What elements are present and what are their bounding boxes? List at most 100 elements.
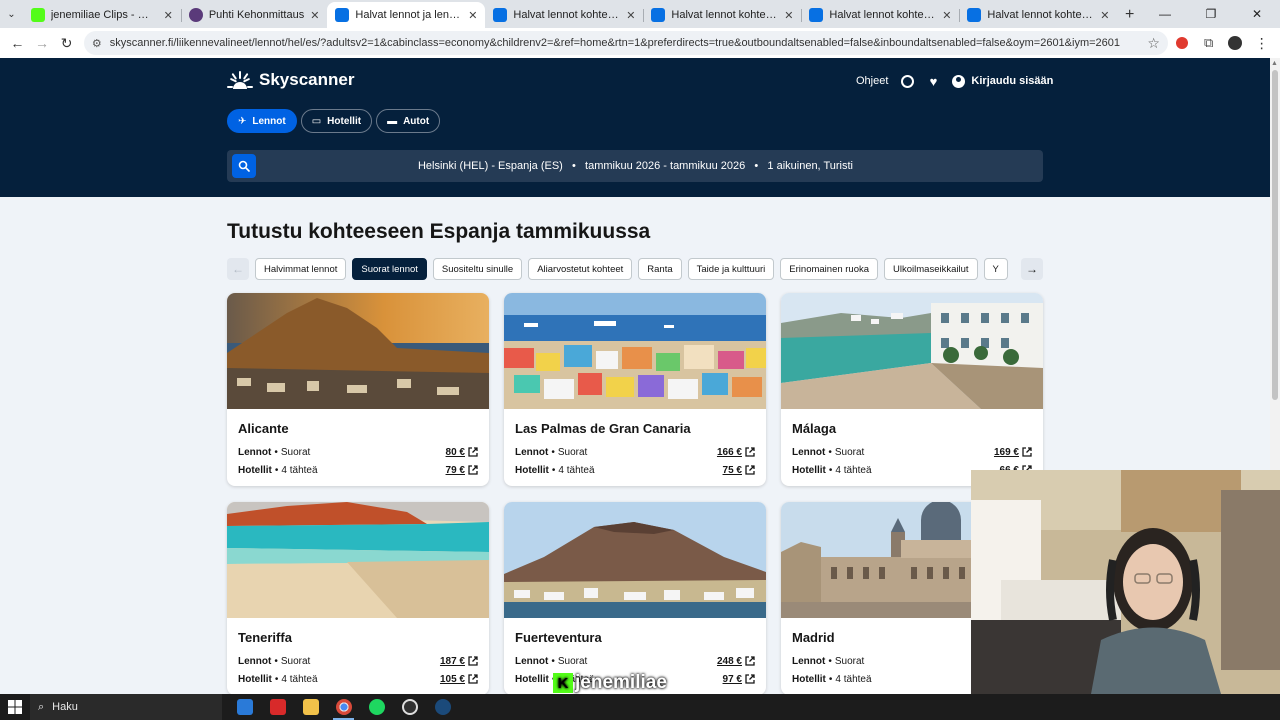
taskbar-search[interactable]: ⌕ Haku	[30, 694, 222, 720]
windows-start-icon[interactable]	[0, 694, 30, 720]
globe-icon[interactable]	[900, 74, 914, 88]
stars-label: 4 tähteä	[835, 464, 872, 476]
profile-avatar-icon[interactable]	[1223, 31, 1248, 55]
category-chips: ← Halvimmat lennot Suorat lennot Suosite…	[227, 258, 1043, 280]
chip-art-culture[interactable]: Taide ja kulttuuri	[687, 258, 775, 280]
browser-tab-active[interactable]: Halvat lennot ja lentoliput kaik ✕	[327, 2, 486, 28]
taskbar-app-icon[interactable]	[228, 694, 261, 720]
flights-label: Lennot	[792, 446, 826, 458]
tab-title: Halvat lennot kohteesta Turku	[671, 9, 778, 21]
tab-close-icon[interactable]: ✕	[626, 9, 635, 22]
flight-price-link[interactable]: 166 €	[717, 447, 755, 458]
obs-icon[interactable]	[393, 694, 426, 720]
direct-label: Suorat	[834, 446, 865, 458]
chips-next-arrow-icon[interactable]: →	[1021, 258, 1043, 280]
forward-icon[interactable]: →	[31, 31, 54, 55]
new-tab-icon[interactable]: +	[1117, 2, 1142, 28]
destination-card[interactable]: Fuerteventura Lennot • Suorat 248 € Hotell…	[504, 502, 766, 694]
spotify-icon[interactable]	[360, 694, 393, 720]
tab-title: Halvat lennot kohteesta Helsin	[513, 9, 620, 21]
extensions-puzzle-icon[interactable]: ⧉	[1196, 31, 1221, 55]
hotel-price-link[interactable]: 79 €	[446, 465, 478, 476]
chrome-icon[interactable]	[327, 694, 360, 720]
skyscanner-logo[interactable]: Skyscanner	[227, 70, 354, 90]
scroll-up-arrow-icon[interactable]: ▲	[1271, 60, 1278, 67]
steam-icon[interactable]	[426, 694, 459, 720]
destination-city: Málaga	[792, 421, 837, 436]
nav-cars-button[interactable]: ▬ Autot	[376, 109, 441, 133]
nav-flights-button[interactable]: ✈ Lennot	[227, 109, 297, 133]
destination-card[interactable]: Alicante Lennot • Suorat 80 € Hotellit • 4 t…	[227, 293, 489, 486]
hotel-price-link[interactable]: 75 €	[723, 465, 755, 476]
chip-cheapest[interactable]: Halvimmat lennot	[255, 258, 347, 280]
browser-tab[interactable]: Halvat lennot kohteesta Turku ✕	[801, 2, 959, 28]
chip-recommended[interactable]: Suositeltu sinulle	[432, 258, 523, 280]
flight-price-link[interactable]: 187 €	[440, 656, 478, 667]
logo-text: Skyscanner	[259, 70, 355, 89]
close-window-icon[interactable]: ✕	[1234, 0, 1280, 28]
external-link-icon	[745, 447, 755, 457]
hotels-row: Hotellit • 4 tähteä 79 €	[238, 461, 478, 479]
destination-city: Fuerteventura	[515, 630, 602, 645]
login-button[interactable]: Kirjaudu sisään	[952, 74, 1053, 88]
chip-more[interactable]: Y	[983, 258, 1008, 280]
flights-row: Lennot • Suorat 166 €	[515, 443, 755, 461]
browser-menu-icon[interactable]: ⋮	[1249, 31, 1274, 55]
address-bar[interactable]: ⚙ skyscanner.fi/liikennevalineet/lennot/…	[83, 31, 1168, 55]
file-explorer-icon[interactable]	[294, 694, 327, 720]
chip-direct[interactable]: Suorat lennot	[352, 258, 427, 280]
tab-close-icon[interactable]: ✕	[164, 9, 173, 22]
direct-label: Suorat	[557, 446, 588, 458]
destination-card[interactable]: Teneriffa Lennot • Suorat 187 € Hotellit • 4…	[227, 502, 489, 694]
flight-price-link[interactable]: 248 €	[717, 656, 755, 667]
destination-city: Teneriffa	[238, 630, 292, 645]
nav-hotels-button[interactable]: ▭ Hotellit	[300, 109, 373, 133]
search-summary-bar[interactable]: Helsinki (HEL) - Espanja (ES) • tammikuu…	[227, 150, 1043, 182]
chip-underrated[interactable]: Aliarvostetut kohteet	[528, 258, 633, 280]
site-settings-icon[interactable]: ⚙	[92, 37, 102, 50]
taskbar-app-icon[interactable]	[261, 694, 294, 720]
external-link-icon	[468, 656, 478, 666]
tab-close-icon[interactable]: ✕	[468, 9, 477, 22]
browser-tab[interactable]: jenemiliae Clips - Watch Live on ✕	[23, 2, 181, 28]
destination-image	[504, 293, 766, 409]
destination-card[interactable]: Málaga Lennot • Suorat 169 € Hotellit • 4 tä…	[781, 293, 1043, 486]
tab-search-icon[interactable]: ⌄	[0, 0, 23, 28]
chip-beach[interactable]: Ranta	[638, 258, 682, 280]
help-link[interactable]: Ohjeet	[856, 75, 888, 87]
tab-close-icon[interactable]: ✕	[310, 9, 319, 22]
hotels-label: Hotellit	[238, 673, 272, 685]
address-url[interactable]: skyscanner.fi/liikennevalineet/lennot/he…	[110, 37, 1140, 49]
stars-label: 4 tähteä	[835, 673, 872, 685]
browser-tab[interactable]: Puhti Kehonmittaus ✕	[180, 2, 328, 28]
browser-tab[interactable]: Halvat lennot kohteesta Helsin ✕	[959, 2, 1117, 28]
flight-price-link[interactable]: 169 €	[994, 447, 1032, 458]
bookmark-star-icon[interactable]: ☆	[1147, 35, 1160, 52]
restore-icon[interactable]: ❐	[1188, 0, 1234, 28]
stars-label: 4 tähteä	[281, 673, 318, 685]
tab-close-icon[interactable]: ✕	[784, 9, 793, 22]
hotel-price-link[interactable]: 97 €	[723, 674, 755, 685]
direct-label: Suorat	[280, 655, 311, 667]
tab-close-icon[interactable]: ✕	[1100, 9, 1109, 22]
scroll-thumb[interactable]	[1272, 70, 1278, 400]
flights-row: Lennot • Suorat 248 €	[515, 652, 755, 670]
chip-food[interactable]: Erinomainen ruoka	[780, 258, 879, 280]
tab-title: Halvat lennot kohteesta Turku	[829, 9, 936, 21]
heart-icon[interactable]: ♥	[926, 74, 940, 89]
minimize-icon[interactable]: —	[1142, 0, 1188, 28]
extension-adblock-icon[interactable]	[1170, 31, 1195, 55]
browser-tab[interactable]: Halvat lennot kohteesta Helsin ✕	[485, 2, 643, 28]
site-header: Skyscanner Ohjeet ♥ Kirjaudu sisään ✈ Le…	[0, 58, 1270, 197]
browser-tab[interactable]: Halvat lennot kohteesta Turku ✕	[643, 2, 801, 28]
destination-card[interactable]: Las Palmas de Gran Canaria Lennot • Suorat…	[504, 293, 766, 486]
back-icon[interactable]: ←	[6, 31, 29, 55]
tab-close-icon[interactable]: ✕	[942, 9, 951, 22]
hotel-price-link[interactable]: 105 €	[440, 674, 478, 685]
search-button[interactable]	[232, 154, 256, 178]
flight-price-link[interactable]: 80 €	[446, 447, 478, 458]
tab-title: Halvat lennot kohteesta Helsin	[987, 9, 1094, 21]
chips-prev-arrow-icon[interactable]: ←	[227, 258, 249, 280]
chip-outdoor[interactable]: Ulkoilmaseikkailut	[884, 258, 978, 280]
reload-icon[interactable]: ↻	[55, 31, 78, 55]
